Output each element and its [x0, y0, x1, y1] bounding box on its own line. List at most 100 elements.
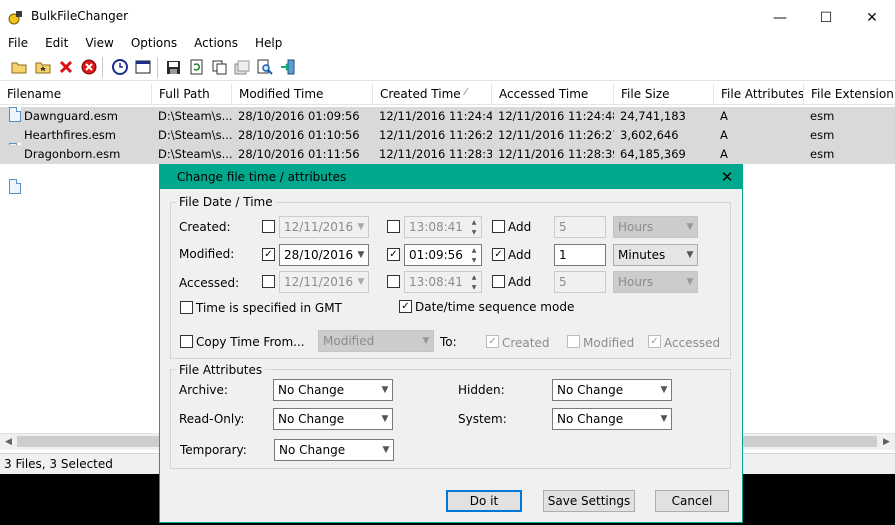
archive-value: No Change [278, 383, 345, 397]
copy-from-dropdown-icon[interactable]: ▼ [419, 331, 433, 351]
accessed-time-spinner[interactable]: ▲ ▼ [467, 272, 481, 292]
readonly-select[interactable]: No Change [273, 408, 393, 430]
cell-modified: 28/10/2016 01:11:56 [238, 147, 360, 161]
temporary-select[interactable]: No Change [274, 439, 394, 461]
minimize-button[interactable]: — [757, 2, 803, 33]
readonly-dropdown-icon[interactable]: ▼ [378, 409, 392, 429]
created-time-checkbox[interactable] [387, 220, 400, 233]
accessed-unit-value: Hours [618, 275, 654, 289]
cell-extension: esm [810, 109, 835, 123]
save-settings-button[interactable]: Save Settings [543, 490, 635, 512]
cell-attributes: A [720, 109, 728, 123]
created-time-value: 13:08:41 [409, 220, 463, 234]
column-accessed-time[interactable]: Accessed Time [492, 84, 614, 105]
created-date-value: 12/11/2016 [284, 220, 354, 234]
column-created-time[interactable]: Created Time [373, 84, 492, 105]
cell-accessed: 12/11/2016 11:28:39 [498, 147, 614, 161]
delete-icon[interactable] [57, 58, 75, 76]
modified-unit-dropdown-icon[interactable]: ▼ [683, 245, 697, 265]
column-full-path[interactable]: Full Path [152, 84, 232, 105]
accessed-date-checkbox[interactable] [262, 275, 275, 288]
copy-icon[interactable] [210, 58, 228, 76]
system-dropdown-icon[interactable]: ▼ [657, 409, 671, 429]
hidden-dropdown-icon[interactable]: ▼ [657, 380, 671, 400]
accessed-label: Accessed: [179, 276, 240, 290]
spin-up-icon[interactable]: ▲ [467, 245, 481, 255]
cell-filename: Dragonborn.esm [24, 147, 121, 161]
accessed-unit-dropdown-icon[interactable]: ▼ [683, 272, 697, 292]
created-date-checkbox[interactable] [262, 220, 275, 233]
modified-date-dropdown-icon[interactable]: ▼ [354, 245, 368, 265]
created-unit-dropdown-icon[interactable]: ▼ [683, 217, 697, 237]
column-file-size[interactable]: File Size [614, 84, 714, 105]
temporary-dropdown-icon[interactable]: ▼ [379, 440, 393, 460]
close-button[interactable]: ✕ [849, 2, 895, 33]
modified-add-label: Add [508, 248, 532, 262]
modified-time-checkbox[interactable]: ✓ [387, 248, 400, 261]
open-folder-icon[interactable] [10, 58, 28, 76]
menu-view[interactable]: View [77, 36, 122, 50]
spin-down-icon[interactable]: ▼ [467, 282, 481, 292]
column-modified-time[interactable]: Modified Time [232, 84, 373, 105]
maximize-button[interactable]: ☐ [803, 2, 849, 33]
cancel-button[interactable]: Cancel [655, 490, 729, 512]
gmt-checkbox[interactable] [180, 301, 193, 314]
copy-time-checkbox[interactable] [180, 335, 193, 348]
modified-add-input[interactable]: 1 [554, 244, 606, 266]
cell-attributes: A [720, 128, 728, 142]
accessed-add-checkbox[interactable] [492, 275, 505, 288]
accessed-add-input[interactable]: 5 [554, 271, 606, 293]
modified-add-checkbox[interactable]: ✓ [492, 248, 505, 261]
window-title: BulkFileChanger [31, 9, 129, 23]
column-filename[interactable]: Filename [0, 84, 152, 105]
to-modified-checkbox[interactable] [567, 335, 580, 348]
accessed-time-value: 13:08:41 [409, 275, 463, 289]
cell-size: 64,185,369 [620, 147, 686, 161]
created-add-checkbox[interactable] [492, 220, 505, 233]
clock-icon[interactable] [111, 58, 129, 76]
add-files-icon[interactable] [34, 58, 52, 76]
scroll-left-icon[interactable]: ◀ [0, 433, 17, 450]
archive-select[interactable]: No Change [273, 379, 393, 401]
accessed-date-dropdown-icon[interactable]: ▼ [354, 272, 368, 292]
created-add-input[interactable]: 5 [554, 216, 606, 238]
column-file-attributes[interactable]: File Attributes [714, 84, 804, 105]
modified-date-checkbox[interactable]: ✓ [262, 248, 275, 261]
dialog-close-icon[interactable]: ✕ [712, 166, 742, 188]
menu-options[interactable]: Options [123, 36, 186, 50]
system-select[interactable]: No Change [552, 408, 672, 430]
accessed-date-value: 12/11/2016 [284, 275, 354, 289]
created-label: Created: [179, 220, 231, 234]
exit-icon[interactable] [279, 58, 297, 76]
stop-icon[interactable] [80, 58, 98, 76]
sequence-mode-checkbox[interactable]: ✓ [399, 300, 412, 313]
save-icon[interactable] [164, 58, 182, 76]
spin-up-icon[interactable]: ▲ [467, 272, 481, 282]
spin-up-icon[interactable]: ▲ [467, 217, 481, 227]
created-time-spinner[interactable]: ▲ ▼ [467, 217, 481, 237]
properties-icon[interactable] [233, 58, 251, 76]
cell-extension: esm [810, 147, 835, 161]
scroll-right-icon[interactable]: ▶ [878, 433, 895, 450]
column-file-extension[interactable]: File Extension [804, 84, 895, 105]
window-icon[interactable] [134, 58, 152, 76]
spin-down-icon[interactable]: ▼ [467, 255, 481, 265]
to-accessed-checkbox[interactable]: ✓ [648, 335, 661, 348]
cell-size: 3,602,646 [620, 128, 679, 142]
menu-file[interactable]: File [0, 36, 37, 50]
modified-time-spinner[interactable]: ▲ ▼ [467, 245, 481, 265]
copy-from-select[interactable]: Modified [318, 330, 434, 352]
find-icon[interactable] [256, 58, 274, 76]
archive-dropdown-icon[interactable]: ▼ [378, 380, 392, 400]
menu-actions[interactable]: Actions [186, 36, 247, 50]
accessed-time-checkbox[interactable] [387, 275, 400, 288]
created-date-dropdown-icon[interactable]: ▼ [354, 217, 368, 237]
hidden-select[interactable]: No Change [552, 379, 672, 401]
menu-help[interactable]: Help [247, 36, 291, 50]
refresh-icon[interactable] [187, 58, 205, 76]
menu-edit[interactable]: Edit [37, 36, 77, 50]
cell-attributes: A [720, 147, 728, 161]
do-it-button[interactable]: Do it [446, 490, 522, 512]
to-created-checkbox[interactable]: ✓ [486, 335, 499, 348]
spin-down-icon[interactable]: ▼ [467, 227, 481, 237]
